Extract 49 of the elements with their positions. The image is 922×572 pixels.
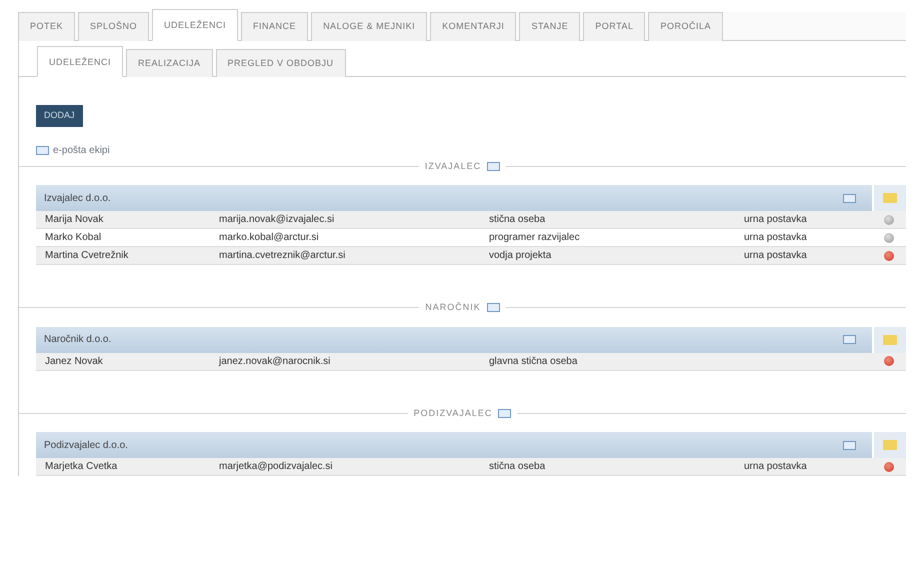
person-name: Marko Kobal	[44, 231, 102, 245]
team-email-link[interactable]: e-pošta ekipi	[53, 142, 110, 158]
role-text: stična oseba	[489, 460, 546, 474]
add-button[interactable]: DODAJ	[36, 105, 83, 126]
remove-icon[interactable]	[884, 356, 894, 366]
remove-icon[interactable]	[884, 462, 894, 472]
envelope-icon[interactable]	[486, 303, 500, 312]
role-text: vodja projekta	[489, 249, 552, 263]
email-link[interactable]: janez.novak@narocnik.si	[219, 356, 330, 366]
role-text: programer razvijalec	[489, 231, 581, 245]
rate-link[interactable]: urna postavka	[744, 250, 807, 261]
company-name: Izvajalec d.o.o.	[43, 192, 112, 206]
subtab[interactable]: PREGLED V OBDOBJU	[216, 48, 346, 77]
remove-icon[interactable]	[884, 250, 894, 260]
rate-link[interactable]: urna postavka	[744, 214, 807, 225]
envelope-icon[interactable]	[498, 408, 512, 418]
company-name: Naročnik d.o.o.	[43, 333, 112, 347]
envelope-icon[interactable]	[487, 162, 500, 171]
envelope-icon[interactable]	[843, 440, 856, 450]
tab[interactable]: FINANCE	[241, 12, 308, 40]
tab[interactable]: UDELEŽENCI	[152, 9, 238, 40]
envelope-icon[interactable]	[36, 146, 49, 154]
tab[interactable]: NALOGE & MEJNIKI	[311, 12, 428, 40]
tab[interactable]: PORTAL	[583, 12, 646, 40]
email-link[interactable]: marko.kobal@arctur.si	[219, 232, 319, 243]
section-heading: IZVAJALEC	[424, 160, 482, 172]
tab[interactable]: SPLOŠNO	[78, 12, 150, 40]
email-link[interactable]: martina.cvetreznik@arctur.si	[219, 250, 346, 261]
person-name: Janez Novak	[44, 354, 104, 368]
envelope-icon[interactable]	[843, 335, 856, 344]
person-name: Martina Cvetrežnik	[44, 249, 130, 263]
envelope-icon[interactable]	[843, 194, 856, 202]
subtab[interactable]: UDELEŽENCI	[37, 46, 124, 77]
person-name: Marija Novak	[44, 213, 104, 227]
person-name: Marjetka Cvetka	[44, 460, 118, 474]
subtab[interactable]: REALIZACIJA	[126, 48, 213, 77]
tab[interactable]: POTEK	[18, 12, 76, 40]
rate-link[interactable]: urna postavka	[744, 232, 807, 243]
tab[interactable]: STANJE	[519, 12, 580, 40]
section-heading: PODIZVAJALEC	[414, 406, 492, 420]
tab[interactable]: KOMENTARJI	[430, 12, 516, 40]
email-link[interactable]: marija.novak@izvajalec.si	[219, 214, 334, 225]
rate-link[interactable]: urna postavka	[744, 461, 807, 472]
email-link[interactable]: marjetka@podizvajalec.si	[219, 461, 333, 472]
role-text: stična oseba	[489, 213, 546, 227]
tab[interactable]: POROČILA	[648, 12, 723, 40]
section-heading: NAROČNIK	[425, 301, 481, 314]
company-name: Podizvajalec d.o.o.	[43, 438, 129, 452]
role-text: glavna stična oseba	[489, 354, 578, 368]
